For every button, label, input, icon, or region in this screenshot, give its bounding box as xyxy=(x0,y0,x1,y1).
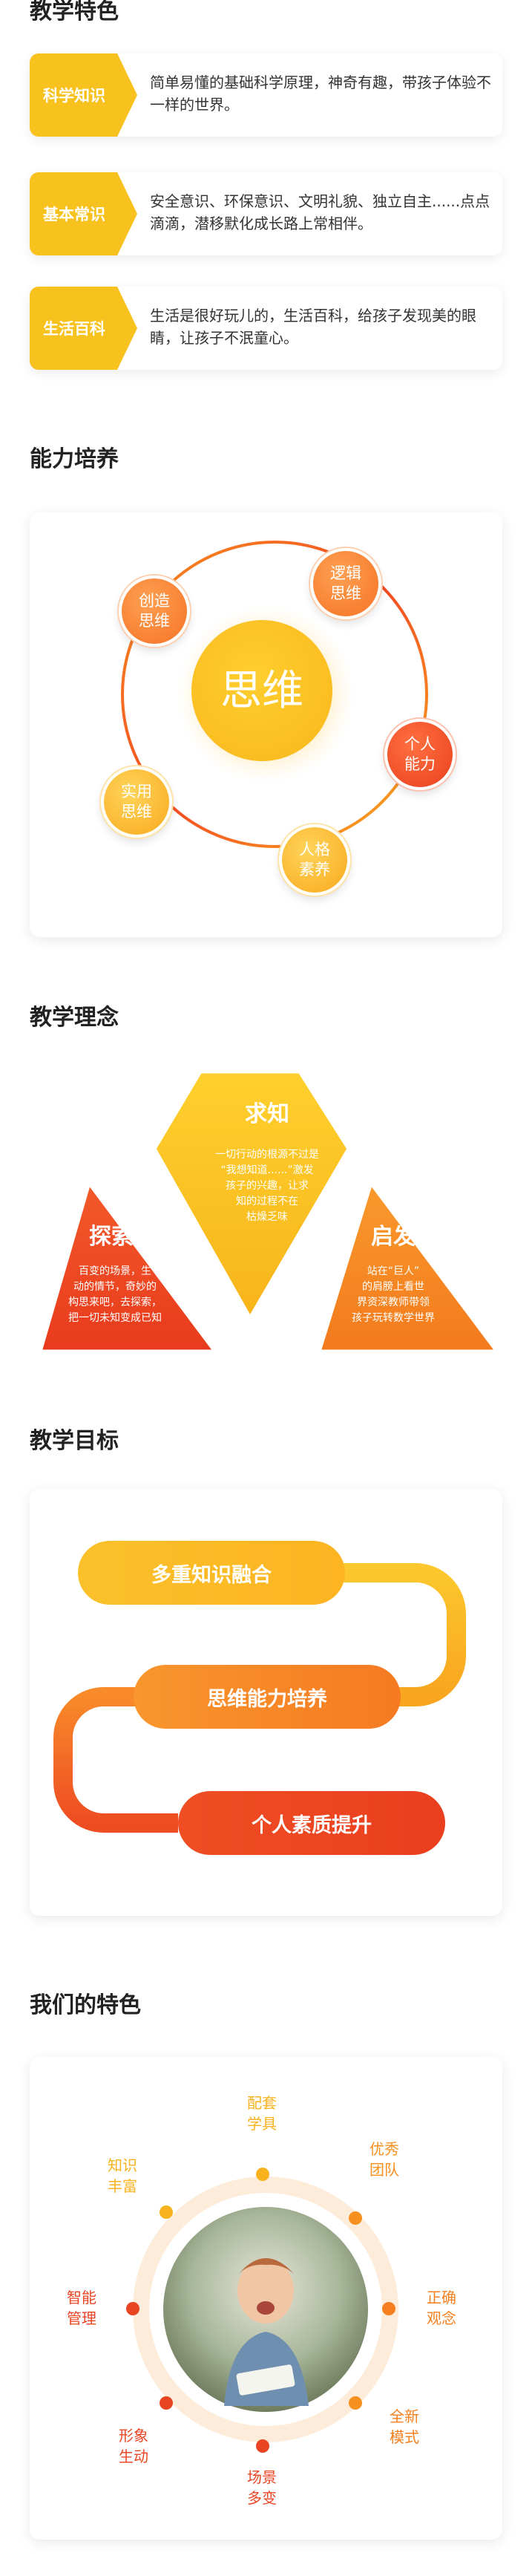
goal-knowledge-fusion: 多重知识融合 xyxy=(78,1541,345,1605)
explore-text: 百变的场景，生 动的情节，奇妙的 构思来吧，去探索， 把一切未知变成已知 xyxy=(68,1265,162,1324)
goal-thinking-ability: 思维能力培养 xyxy=(134,1665,401,1729)
feature-dot xyxy=(160,2205,173,2219)
node-personality: 人格 素养 xyxy=(279,824,350,896)
section-title-philosophy: 教学理念 xyxy=(30,1005,119,1031)
feature-label-excellent-team: 优秀 团队 xyxy=(370,2140,399,2179)
feature-description: 简单易懂的基础科学原理，神奇有趣，带孩子体验不一样的世界。 xyxy=(150,74,491,114)
feature-tag: 基本常识 xyxy=(30,172,137,255)
node-personal-ability: 个人 能力 xyxy=(384,719,456,790)
feature-dot xyxy=(349,2396,362,2410)
feature-label-rich-knowledge: 知识 丰富 xyxy=(108,2156,137,2195)
node-creative-thinking: 创造 思维 xyxy=(119,575,190,647)
section-title-ability: 能力培养 xyxy=(30,446,119,472)
feature-label-varied-scenes: 场景 多变 xyxy=(247,2468,277,2507)
feature-label-smart-management: 智能 管理 xyxy=(67,2289,96,2327)
feature-tag: 科学知识 xyxy=(30,53,137,137)
feature-description: 生活是很好玩儿的，生活百科，给孩子发现美的眼睛，让孩子不泯童心。 xyxy=(150,307,476,347)
feature-dot xyxy=(160,2396,173,2410)
feature-description: 安全意识、环保意识、文明礼貌、独立自主......点点滴滴，潜移默化成长路上常相… xyxy=(150,192,490,232)
seek-knowledge-text: 一切行动的根源不过是 “我想知道......”激发 孩子的兴趣，让求 知的过程不… xyxy=(215,1149,319,1223)
inspire-text: 站在“巨人” 的肩膀上看世 界资深教师带领 孩子玩转数学世界 xyxy=(352,1265,435,1324)
feature-dot xyxy=(256,2439,269,2453)
feature-tag-label: 生活百科 xyxy=(43,320,105,338)
child-mouth xyxy=(257,2301,275,2315)
feature-tag-label: 科学知识 xyxy=(43,87,105,105)
feature-label-new-mode: 全新 模式 xyxy=(390,2407,419,2446)
goals-card: 多重知识融合 思维能力培养 个人素质提升 xyxy=(30,1489,502,1916)
node-practical-thinking: 实用 思维 xyxy=(101,766,172,838)
feature-dot xyxy=(349,2211,362,2225)
feature-label-vivid: 形象 生动 xyxy=(119,2427,148,2465)
feature-label-right-concept: 正确 观念 xyxy=(427,2289,456,2327)
section-title-our-features: 我们的特色 xyxy=(30,1992,141,2018)
feature-card-common-sense: 基本常识 安全意识、环保意识、文明礼貌、独立自主......点点滴滴，潜移默化成… xyxy=(30,172,502,255)
center-thinking-circle: 思维 xyxy=(191,620,332,761)
feature-label-learning-tools: 配套 学具 xyxy=(247,2094,277,2133)
our-features-card: 配套 学具 优秀 团队 正确 观念 全新 模式 场景 多变 形象 生动 智能 管… xyxy=(30,2057,502,2540)
feature-dot xyxy=(256,2168,269,2181)
feature-dot xyxy=(126,2302,139,2315)
feature-tag-label: 基本常识 xyxy=(43,206,105,224)
goal-personal-quality: 个人素质提升 xyxy=(178,1791,445,1855)
node-logical-thinking: 逻辑 思维 xyxy=(310,548,381,619)
section-title-goals: 教学目标 xyxy=(30,1428,119,1454)
feature-card-life-encyclopedia: 生活百科 生活是很好玩儿的，生活百科，给孩子发现美的眼睛，让孩子不泯童心。 xyxy=(30,287,502,370)
inspire-title: 启发 xyxy=(371,1224,416,1250)
ability-card: 思维 创造 思维 逻辑 思维 个人 能力 人格 素养 实用 思维 xyxy=(30,512,502,937)
feature-dot xyxy=(382,2302,395,2315)
explore-title: 探索 xyxy=(89,1224,134,1250)
seek-knowledge-title: 求知 xyxy=(245,1101,289,1127)
feature-card-science: 科学知识 简单易懂的基础科学原理，神奇有趣，带孩子体验不一样的世界。 xyxy=(30,53,502,137)
section-title-teaching-features: 教学特色 xyxy=(30,0,119,25)
feature-tag: 生活百科 xyxy=(30,287,137,370)
